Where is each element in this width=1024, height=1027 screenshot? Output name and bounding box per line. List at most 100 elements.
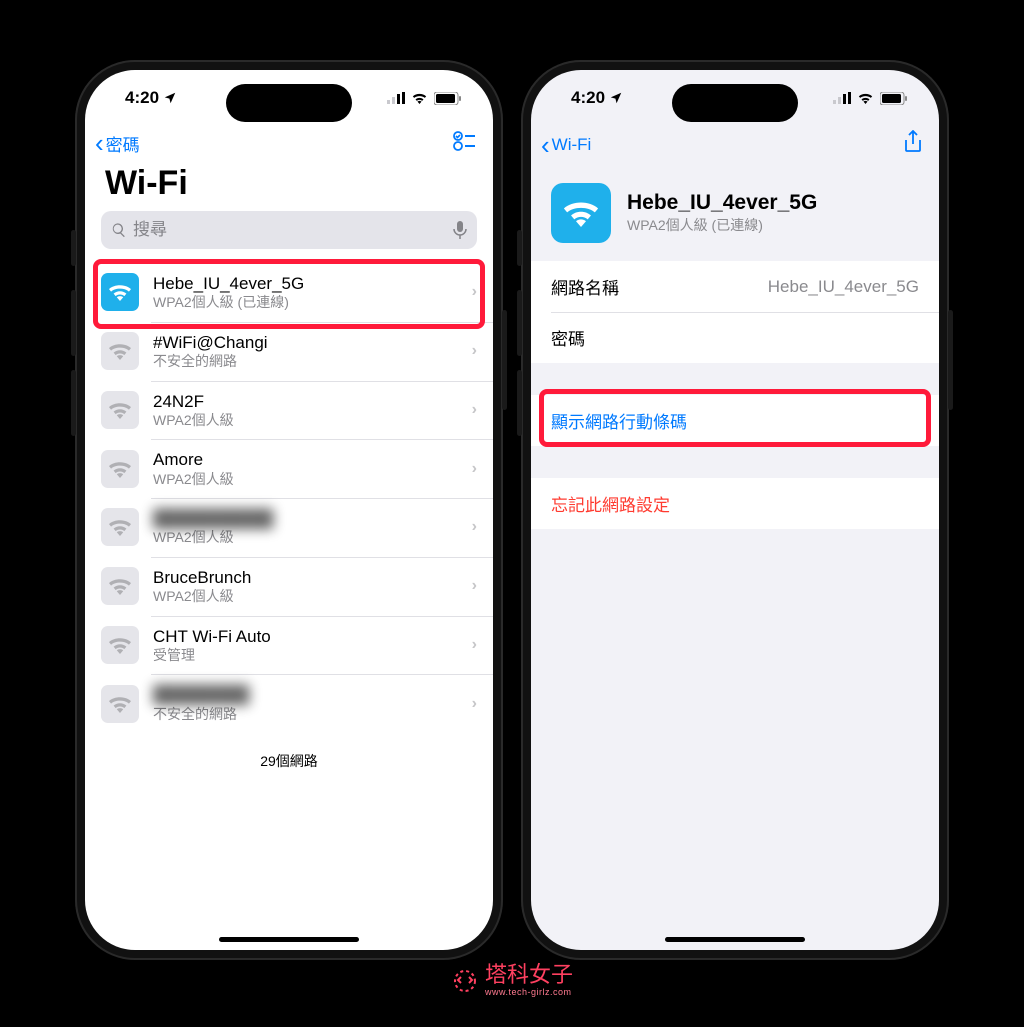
network-sub: WPA2個人級	[153, 471, 458, 489]
wifi-row[interactable]: #WiFi@Changi 不安全的網路 ›	[85, 322, 493, 381]
battery-icon	[880, 92, 907, 105]
silent-switch	[517, 370, 522, 436]
network-subtitle: WPA2個人級 (已連線)	[627, 215, 817, 235]
chevron-left-icon: ‹	[95, 130, 104, 156]
chevron-right-icon: ›	[472, 636, 477, 654]
home-indicator[interactable]	[219, 937, 359, 942]
silent-switch	[71, 370, 76, 436]
network-name: #WiFi@Changi	[153, 332, 458, 353]
wifi-icon	[101, 685, 139, 723]
back-button[interactable]: ‹ 密碼	[95, 130, 140, 156]
phone-right: 4:20 ‹ Wi-Fi	[521, 60, 949, 960]
chevron-right-icon: ›	[472, 283, 477, 301]
chevron-right-icon: ›	[472, 695, 477, 713]
network-name: 24N2F	[153, 391, 458, 412]
watermark: 塔科女子 www.tech-girlz.com	[451, 964, 573, 997]
cellular-icon	[833, 92, 851, 104]
dictation-icon[interactable]	[453, 221, 467, 239]
screen-left: 4:20 ‹ 密碼	[85, 70, 493, 950]
network-sub: 受管理	[153, 647, 458, 665]
nav-bar: ‹ Wi-Fi	[531, 126, 939, 167]
volume-up-button	[517, 230, 522, 266]
dynamic-island	[672, 84, 798, 122]
network-sub: WPA2個人級	[153, 588, 458, 606]
watermark-url: www.tech-girlz.com	[485, 988, 573, 997]
network-sub: WPA2個人級	[153, 529, 458, 547]
power-button	[948, 310, 953, 410]
phone-left: 4:20 ‹ 密碼	[75, 60, 503, 960]
network-count: 29個網路	[85, 733, 493, 779]
wifi-row[interactable]: Amore WPA2個人級 ›	[85, 439, 493, 498]
wifi-row[interactable]: BruceBrunch WPA2個人級 ›	[85, 557, 493, 616]
volume-down-button	[517, 290, 522, 356]
wifi-icon	[101, 508, 139, 546]
qr-group: 顯示網路行動條碼	[531, 395, 939, 446]
wifi-icon	[101, 273, 139, 311]
show-qr-label: 顯示網路行動條碼	[551, 408, 687, 433]
password-row[interactable]: 密碼	[531, 312, 939, 363]
chevron-left-icon: ‹	[541, 132, 550, 158]
chevron-right-icon: ›	[472, 342, 477, 360]
chevron-right-icon: ›	[472, 460, 477, 478]
back-label: 密碼	[106, 131, 140, 156]
screen-right: 4:20 ‹ Wi-Fi	[531, 70, 939, 950]
wifi-icon	[551, 183, 611, 243]
page-title: Wi-Fi	[85, 164, 493, 211]
chevron-right-icon: ›	[472, 401, 477, 419]
wifi-status-icon	[411, 92, 428, 104]
share-button[interactable]	[903, 130, 923, 159]
cellular-icon	[387, 92, 405, 104]
network-name: BruceBrunch	[153, 567, 458, 588]
location-icon	[609, 91, 623, 105]
network-name-redacted: ██████████	[153, 508, 458, 529]
chevron-right-icon: ›	[472, 577, 477, 595]
network-name-row[interactable]: 網路名稱 Hebe_IU_4ever_5G	[531, 261, 939, 312]
watermark-icon	[451, 967, 479, 995]
wifi-icon	[101, 450, 139, 488]
network-sub: 不安全的網路	[153, 706, 458, 724]
status-time: 4:20	[571, 88, 605, 108]
edit-list-button[interactable]	[453, 131, 477, 156]
network-header: Hebe_IU_4ever_5G WPA2個人級 (已連線)	[531, 167, 939, 261]
wifi-row[interactable]: Hebe_IU_4ever_5G WPA2個人級 (已連線) ›	[85, 263, 493, 322]
power-button	[502, 310, 507, 410]
volume-up-button	[71, 230, 76, 266]
dynamic-island	[226, 84, 352, 122]
network-sub: 不安全的網路	[153, 353, 458, 371]
network-name: Amore	[153, 449, 458, 470]
home-indicator[interactable]	[665, 937, 805, 942]
search-field[interactable]	[101, 211, 477, 249]
network-sub: WPA2個人級	[153, 412, 458, 430]
back-button[interactable]: ‹ Wi-Fi	[541, 132, 591, 158]
location-icon	[163, 91, 177, 105]
show-qr-button[interactable]: 顯示網路行動條碼	[531, 395, 939, 446]
battery-icon	[434, 92, 461, 105]
network-sub: WPA2個人級 (已連線)	[153, 294, 458, 312]
chevron-right-icon: ›	[472, 518, 477, 536]
network-name-redacted: ████████	[153, 684, 458, 705]
wifi-status-icon	[857, 92, 874, 104]
share-icon	[903, 130, 923, 154]
search-input[interactable]	[133, 220, 447, 240]
wifi-row[interactable]: ██████████ WPA2個人級 ›	[85, 498, 493, 557]
wifi-icon	[101, 626, 139, 664]
wifi-row[interactable]: 24N2F WPA2個人級 ›	[85, 381, 493, 440]
network-name: CHT Wi-Fi Auto	[153, 626, 458, 647]
watermark-text: 塔科女子	[485, 964, 573, 986]
forget-network-button[interactable]: 忘記此網路設定	[531, 478, 939, 529]
wifi-icon	[101, 391, 139, 429]
field-label: 密碼	[551, 325, 585, 350]
wifi-icon	[101, 332, 139, 370]
field-label: 網路名稱	[551, 274, 619, 299]
wifi-row[interactable]: CHT Wi-Fi Auto 受管理 ›	[85, 616, 493, 675]
status-time: 4:20	[125, 88, 159, 108]
nav-bar: ‹ 密碼	[85, 126, 493, 164]
back-label: Wi-Fi	[552, 135, 592, 155]
wifi-row[interactable]: ████████ 不安全的網路 ›	[85, 674, 493, 733]
network-info-group: 網路名稱 Hebe_IU_4ever_5G 密碼	[531, 261, 939, 363]
network-title: Hebe_IU_4ever_5G	[627, 191, 817, 215]
checklist-icon	[453, 131, 477, 151]
forget-group: 忘記此網路設定	[531, 478, 939, 529]
wifi-list: Hebe_IU_4ever_5G WPA2個人級 (已連線) › #WiFi@C…	[85, 263, 493, 733]
forget-label: 忘記此網路設定	[551, 491, 670, 516]
